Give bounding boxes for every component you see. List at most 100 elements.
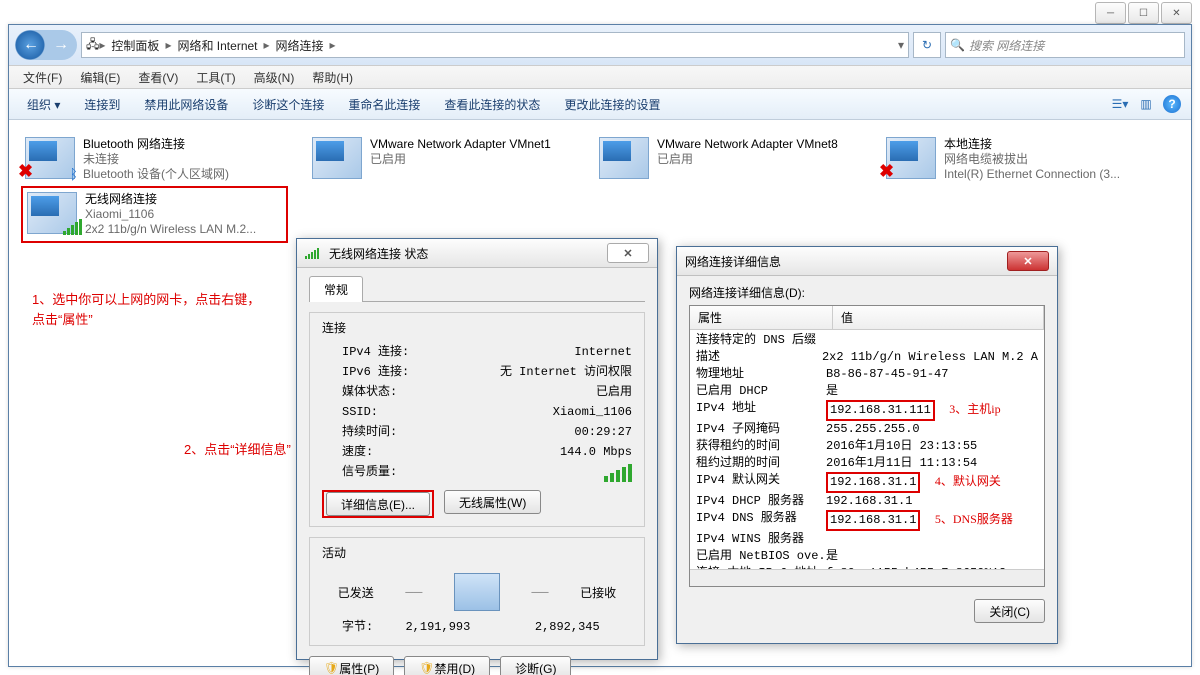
status-key: SSID: — [322, 402, 378, 422]
col-property[interactable]: 属性 — [690, 306, 833, 329]
menu-help[interactable]: 帮助(H) — [304, 67, 361, 88]
status-close-icon[interactable]: ✕ — [607, 243, 649, 263]
tab-general[interactable]: 常规 — [309, 276, 363, 302]
menu-view[interactable]: 查看(V) — [130, 67, 186, 88]
conn-line2: 网络电缆被拔出 — [944, 152, 1120, 167]
search-input[interactable]: 🔍 搜索 网络连接 — [945, 32, 1185, 58]
refresh-button[interactable]: ↻ — [913, 32, 941, 58]
conn-title: VMware Network Adapter VMnet1 — [370, 137, 551, 152]
annotation-1: 1、选中你可以上网的网卡，点击右键，点击“属性” — [32, 290, 262, 330]
activity-fieldset: 活动 已发送 ── ── 已接收 字节: 2,191,993 2,892,345 — [309, 537, 645, 646]
breadcrumb-seg[interactable]: 控制面板 — [105, 37, 165, 54]
organize-button[interactable]: 组织 ▾ — [17, 93, 70, 116]
detail-prop: 获得租约的时间 — [696, 438, 826, 455]
view-mode-icon[interactable]: ☰▾ — [1109, 93, 1131, 115]
status-key: 媒体状态: — [322, 382, 397, 402]
adapter-icon: ✖ᛒ — [25, 137, 75, 179]
bytes-label: 字节: — [322, 617, 373, 637]
conn-line2: 未连接 — [83, 152, 229, 167]
preview-pane-icon[interactable]: ▥ — [1135, 93, 1157, 115]
connection-item[interactable]: 无线网络连接Xiaomi_11062x2 11b/g/n Wireless LA… — [21, 186, 288, 243]
view-status-button[interactable]: 查看此连接的状态 — [434, 93, 550, 116]
maximize-button[interactable]: ☐ — [1128, 2, 1159, 24]
detail-row: IPv4 默认网关192.168.31.1 4、默认网关 — [696, 472, 1038, 493]
breadcrumb-seg[interactable]: 网络连接 — [270, 37, 330, 54]
rename-button[interactable]: 重命名此连接 — [338, 93, 430, 116]
connection-item[interactable]: ✖ᛒBluetooth 网络连接未连接Bluetooth 设备(个人区域网) — [21, 133, 284, 186]
chevron-icon: ▸ — [330, 38, 336, 52]
menu-advanced[interactable]: 高级(N) — [246, 67, 303, 88]
connection-item[interactable]: VMware Network Adapter VMnet8已启用 — [595, 133, 858, 186]
detail-val: 255.255.255.0 — [826, 421, 1038, 438]
status-value: 144.0 Mbps — [560, 442, 632, 462]
detail-row: IPv4 地址192.168.31.111 3、主机ip — [696, 400, 1038, 421]
details-button[interactable]: 详细信息(E)... — [326, 492, 430, 516]
detail-prop: 物理地址 — [696, 366, 826, 383]
status-key: IPv4 连接: — [322, 342, 409, 362]
detail-row: 已启用 NetBIOS ove...是 — [696, 548, 1038, 565]
menu-file[interactable]: 文件(F) — [15, 67, 70, 88]
connect-to-button[interactable]: 连接到 — [74, 93, 130, 116]
bytes-sent: 2,191,993 — [405, 617, 470, 637]
col-value[interactable]: 值 — [833, 306, 1044, 329]
detail-row: IPv4 子网掩码255.255.255.0 — [696, 421, 1038, 438]
nav-back-forward[interactable] — [15, 30, 77, 60]
conn-line3: 2x2 11b/g/n Wireless LAN M.2... — [85, 222, 256, 237]
activity-legend: 活动 — [318, 544, 350, 561]
connection-item[interactable]: VMware Network Adapter VMnet1已启用 — [308, 133, 571, 186]
details-close-button[interactable]: 关闭(C) — [974, 599, 1045, 623]
properties-button[interactable]: 🛡属性(P) — [309, 656, 394, 675]
detail-val: 2016年1月10日 23:13:55 — [826, 438, 1038, 455]
diagnose-button[interactable]: 诊断(G) — [500, 656, 571, 675]
detail-prop: IPv4 DNS 服务器 — [696, 510, 826, 531]
detail-val: 2x2 11b/g/n Wireless LAN M.2 A — [822, 349, 1038, 366]
detail-row: IPv4 DNS 服务器192.168.31.1 5、DNS服务器 — [696, 510, 1038, 531]
wireless-properties-button[interactable]: 无线属性(W) — [444, 490, 541, 514]
status-value: 已启用 — [596, 382, 632, 402]
detail-row: 描述2x2 11b/g/n Wireless LAN M.2 A — [696, 349, 1038, 366]
connection-item[interactable]: ✖本地连接网络电缆被拔出Intel(R) Ethernet Connection… — [882, 133, 1145, 186]
adapter-icon: ✖ — [886, 137, 936, 179]
change-settings-button[interactable]: 更改此连接的设置 — [554, 93, 670, 116]
minimize-button[interactable]: ─ — [1095, 2, 1126, 24]
status-value: 00:29:27 — [574, 422, 632, 442]
menubar: 文件(F) 编辑(E) 查看(V) 工具(T) 高级(N) 帮助(H) — [9, 65, 1191, 89]
diagnose-button[interactable]: 诊断这个连接 — [242, 93, 334, 116]
status-key: IPv6 连接: — [322, 362, 409, 382]
status-dialog: 无线网络连接 状态 ✕ 常规 连接 IPv4 连接: Internet IPv6 连… — [296, 238, 658, 660]
close-button[interactable]: ✕ — [1161, 2, 1192, 24]
menu-tools[interactable]: 工具(T) — [188, 67, 243, 88]
conn-line2: Xiaomi_1106 — [85, 207, 256, 222]
breadcrumb-seg[interactable]: 网络和 Internet — [171, 37, 263, 54]
help-icon[interactable]: ? — [1161, 93, 1183, 115]
detail-prop: 租约过期的时间 — [696, 455, 826, 472]
history-dropdown-icon[interactable]: ▾ — [898, 38, 904, 52]
annotation-2: 2、点击“详细信息” — [184, 440, 291, 460]
status-value: Internet — [574, 342, 632, 362]
menu-edit[interactable]: 编辑(E) — [72, 67, 128, 88]
shield-icon: 🛡 — [419, 661, 434, 675]
conn-line3: 已启用 — [370, 152, 551, 167]
detail-val: 192.168.31.1 — [826, 493, 1038, 510]
activity-icon — [454, 573, 500, 611]
disable-button[interactable]: 🛡禁用(D) — [404, 656, 490, 675]
detail-prop: 描述 — [696, 349, 822, 366]
detail-val: B8-86-87-45-91-47 — [826, 366, 1038, 383]
detail-prop: IPv4 DHCP 服务器 — [696, 493, 826, 510]
detail-prop: 已启用 NetBIOS ove... — [696, 548, 826, 565]
detail-val: 192.168.31.111 3、主机ip — [826, 400, 1038, 421]
details-close-icon[interactable]: ✕ — [1007, 251, 1049, 271]
conn-title: Bluetooth 网络连接 — [83, 137, 229, 152]
conn-title: 无线网络连接 — [85, 192, 256, 207]
connection-legend: 连接 — [318, 319, 350, 336]
detail-val: 2016年1月11日 11:13:54 — [826, 455, 1038, 472]
breadcrumb[interactable]: 🖧 ▸ 控制面板 ▸ 网络和 Internet ▸ 网络连接 ▸ ▾ — [81, 32, 909, 58]
h-scrollbar[interactable] — [690, 569, 1044, 586]
detail-row: IPv4 WINS 服务器 — [696, 531, 1038, 548]
details-heading: 网络连接详细信息(D): — [689, 284, 1045, 301]
status-title-text: 无线网络连接 状态 — [329, 245, 428, 262]
status-key: 速度: — [322, 442, 373, 462]
search-placeholder: 搜索 网络连接 — [969, 37, 1044, 54]
signal-quality-label: 信号质量: — [322, 462, 397, 482]
disable-device-button[interactable]: 禁用此网络设备 — [134, 93, 238, 116]
